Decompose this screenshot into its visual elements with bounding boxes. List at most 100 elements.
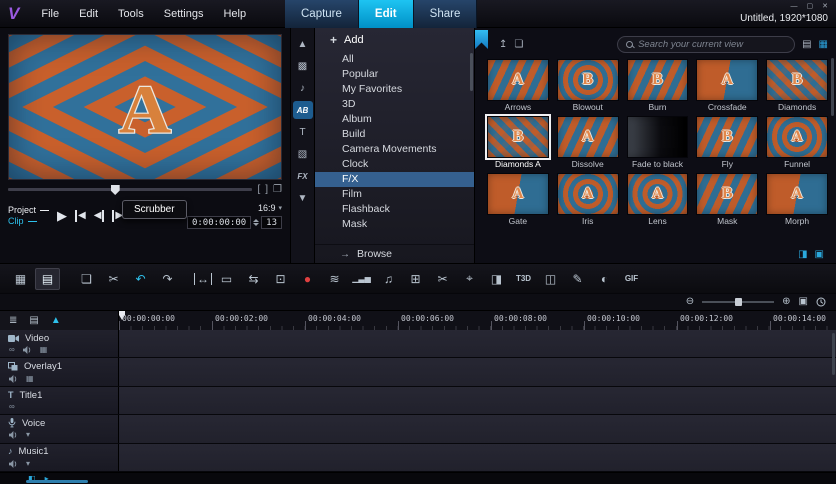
trim-marks-icon[interactable]: ↔ <box>194 273 212 285</box>
close-button[interactable]: ✕ <box>822 3 828 10</box>
search-input[interactable] <box>638 39 786 50</box>
transition-item-gate[interactable]: AGate <box>487 173 549 227</box>
transition-item-diamonds[interactable]: BDiamonds <box>766 59 828 113</box>
subtitle-editor-icon[interactable]: ⊞ <box>403 268 428 290</box>
ripple-edit-icon[interactable]: ▭ <box>214 268 239 290</box>
split-audio-icon[interactable]: ✂ <box>430 268 455 290</box>
category-3d[interactable]: 3D <box>315 97 474 112</box>
tab-edit[interactable]: Edit <box>359 0 414 28</box>
aspect-ratio-button[interactable]: 16:9 ▾ <box>258 203 282 213</box>
timecode-frames[interactable]: 13 <box>261 216 282 229</box>
category-flashback[interactable]: Flashback <box>315 202 474 217</box>
transition-item-funnel[interactable]: AFunnel <box>766 116 828 170</box>
import-media-icon[interactable]: ↥ <box>499 39 507 50</box>
category-f-x[interactable]: F/X <box>315 172 474 187</box>
motion-tracking-icon[interactable]: ⌖ <box>457 268 482 290</box>
frame-grab-icon[interactable]: ⊡ <box>268 268 293 290</box>
timeline-view-icon[interactable]: ▤ <box>35 268 60 290</box>
zoom-slider[interactable] <box>702 301 774 303</box>
scrubber-handle[interactable] <box>111 185 120 195</box>
fit-timeline-icon[interactable]: ▣ <box>799 297 808 307</box>
maximize-button[interactable]: ▢ <box>807 3 814 10</box>
browse-button[interactable]: → Browse <box>315 244 474 263</box>
sort-options-icon[interactable]: ▤ <box>802 39 811 50</box>
split-clip-icon[interactable]: ✂ <box>101 268 126 290</box>
waveform-icon[interactable]: ▁▃▅ <box>349 268 374 290</box>
library-panel-icon[interactable]: ▣ <box>815 249 824 260</box>
zoom-slider-thumb[interactable] <box>735 298 742 306</box>
speaker-icon[interactable] <box>9 375 18 383</box>
category-build[interactable]: Build <box>315 127 474 142</box>
transition-item-diamonds-a[interactable]: BDiamonds A <box>487 116 549 170</box>
speaker-icon[interactable] <box>9 460 18 468</box>
multicam-editor-icon[interactable]: ◫ <box>538 268 563 290</box>
menu-settings[interactable]: Settings <box>154 8 214 20</box>
zoom-in-icon[interactable]: ⊕ <box>782 297 790 307</box>
project-toggle[interactable]: Project <box>8 205 49 216</box>
track-manager-icon[interactable]: ≣ <box>9 315 17 326</box>
category-album[interactable]: Album <box>315 112 474 127</box>
3d-title-icon[interactable]: T3D <box>511 268 536 290</box>
track-lane-overlay1[interactable] <box>118 358 836 385</box>
speaker-icon[interactable] <box>9 431 18 439</box>
tab-share[interactable]: Share <box>414 0 478 28</box>
gallery-scrollbar[interactable] <box>831 58 834 116</box>
timecode-spinner[interactable] <box>253 219 259 226</box>
track-header-music1[interactable]: ♪Music1▾ <box>0 444 118 471</box>
transparency-icon[interactable]: ▦ <box>40 346 48 354</box>
category-scrollbar[interactable] <box>470 53 473 91</box>
home-button[interactable]: ◀ <box>75 210 86 222</box>
color-wheel-icon[interactable]: ◐ <box>592 268 617 290</box>
mask-creator-icon[interactable]: ◨ <box>484 268 509 290</box>
tab-capture[interactable]: Capture <box>285 0 359 28</box>
category-clock[interactable]: Clock <box>315 157 474 172</box>
mark-out-button[interactable]: ] <box>265 185 268 195</box>
library-nav-scroll-down-icon[interactable]: ▼ <box>293 189 313 207</box>
track-lane-video[interactable] <box>118 330 836 357</box>
scroll-to-start-icon[interactable]: ▲ <box>51 315 61 326</box>
transition-item-iris[interactable]: AIris <box>557 173 619 227</box>
menu-file[interactable]: File <box>31 8 69 20</box>
clip-toggle[interactable]: Clip <box>8 216 49 227</box>
library-nav-graphics-icon[interactable]: ▧ <box>293 145 313 163</box>
transition-item-crossfade[interactable]: ACrossfade <box>696 59 758 113</box>
library-nav-media-icon[interactable]: ▩ <box>293 57 313 75</box>
chevron-icon[interactable]: ▾ <box>26 460 30 468</box>
transition-item-dissolve[interactable]: ADissolve <box>557 116 619 170</box>
menu-help[interactable]: Help <box>213 8 256 20</box>
transparency-icon[interactable]: ▦ <box>26 375 34 383</box>
minimize-button[interactable]: — <box>791 3 798 10</box>
previous-frame-button[interactable]: ◀ <box>94 210 105 222</box>
chevron-icon[interactable]: ▾ <box>26 431 30 439</box>
link-icon[interactable]: ∞ <box>9 403 15 411</box>
undo-icon[interactable]: ↶ <box>128 268 153 290</box>
search-box[interactable] <box>617 36 795 53</box>
track-header-overlay1[interactable]: Overlay1▦ <box>0 358 118 385</box>
display-options-icon[interactable]: ▦ <box>819 39 828 50</box>
add-category-button[interactable]: + Add <box>315 28 474 51</box>
track-lane-music1[interactable] <box>118 444 836 471</box>
category-all[interactable]: All <box>315 52 474 67</box>
transition-item-morph[interactable]: AMorph <box>766 173 828 227</box>
transition-item-fade-to-black[interactable]: Fade to black <box>627 116 689 170</box>
library-nav-audio-icon[interactable]: ♪ <box>293 79 313 97</box>
zoom-out-icon[interactable]: ⊖ <box>686 297 694 307</box>
category-camera-movements[interactable]: Camera Movements <box>315 142 474 157</box>
transition-item-fly[interactable]: BFly <box>696 116 758 170</box>
horizontal-scrollbar-thumb[interactable] <box>26 480 88 483</box>
painting-creator-icon[interactable]: ✎ <box>565 268 590 290</box>
record-capture-icon[interactable]: ● <box>295 268 320 290</box>
timecode-value[interactable]: 0:00:00:00 <box>187 216 251 229</box>
category-popular[interactable]: Popular <box>315 67 474 82</box>
menu-edit[interactable]: Edit <box>69 8 108 20</box>
resize-thumbnail-icon[interactable]: ◨ <box>798 249 807 260</box>
track-header-video[interactable]: Video∞▦ <box>0 330 118 357</box>
mark-in-button[interactable]: [ <box>257 185 260 195</box>
transition-item-mask[interactable]: BMask <box>696 173 758 227</box>
category-my-favorites[interactable]: My Favorites <box>315 82 474 97</box>
gif-creator-icon[interactable]: GIF <box>619 268 644 290</box>
track-view-icon[interactable]: ▤ <box>29 315 38 326</box>
redo-icon[interactable]: ↷ <box>155 268 180 290</box>
link-icon[interactable]: ∞ <box>9 346 15 354</box>
track-header-title1[interactable]: TTitle1∞ <box>0 387 118 414</box>
